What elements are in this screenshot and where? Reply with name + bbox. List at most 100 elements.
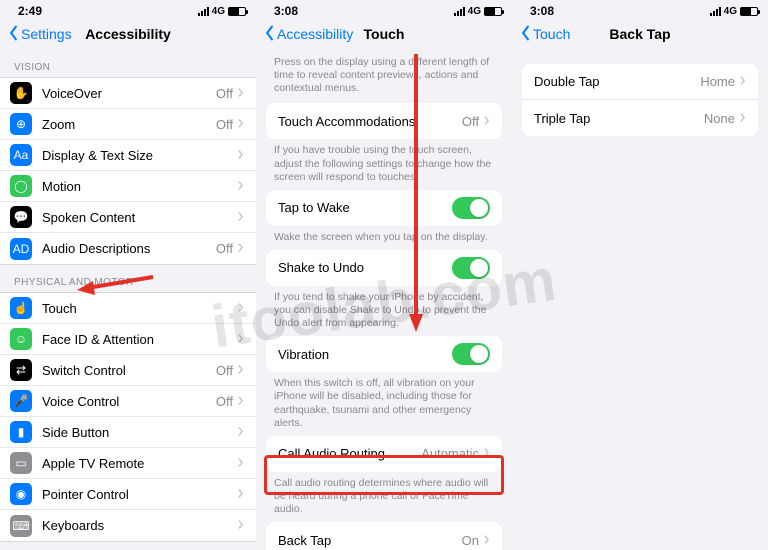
spoken-icon: 💬 [10, 206, 32, 228]
chevron-right-icon [237, 210, 244, 225]
appletv-icon: ▭ [10, 452, 32, 474]
signal-icon [454, 7, 465, 16]
status-right: 4G [454, 6, 502, 17]
row-side-button[interactable]: ▮Side Button [0, 417, 256, 448]
back-button[interactable]: Touch [520, 25, 570, 44]
chevron-right-icon [237, 301, 244, 316]
note-shake: If you tend to shake your iPhone by acci… [256, 286, 512, 336]
row-triple-tap[interactable]: Triple TapNone [522, 100, 758, 136]
chevron-right-icon [483, 114, 490, 129]
sidebutton-icon: ▮ [10, 421, 32, 443]
row-touch-accommodations[interactable]: Touch AccommodationsOff [266, 103, 502, 139]
row-faceid[interactable]: ☺Face ID & Attention [0, 324, 256, 355]
chevron-right-icon [237, 425, 244, 440]
status-network: 4G [724, 6, 737, 17]
back-label: Settings [21, 26, 72, 42]
back-label: Touch [533, 26, 570, 42]
row-voiceover[interactable]: ✋VoiceOverOff [0, 78, 256, 109]
keyboards-icon: ⌨ [10, 515, 32, 537]
intro-note: Press on the display using a different l… [256, 50, 512, 103]
faceid-icon: ☺ [10, 328, 32, 350]
chevron-left-icon [520, 25, 531, 44]
nav-bar: Settings Accessibility [0, 18, 256, 50]
row-back-tap[interactable]: Back TapOn [266, 522, 502, 550]
chevron-right-icon [483, 446, 490, 461]
status-network: 4G [212, 6, 225, 17]
voice-icon: 🎤 [10, 390, 32, 412]
row-motion[interactable]: ◯Motion [0, 171, 256, 202]
screen-accessibility: 2:49 4G Settings Accessibility VISION ✋V… [0, 0, 256, 550]
status-time: 2:49 [18, 4, 42, 18]
chevron-left-icon [264, 25, 275, 44]
status-right: 4G [198, 6, 246, 17]
row-audio-descriptions[interactable]: ADAudio DescriptionsOff [0, 233, 256, 264]
back-label: Accessibility [277, 26, 353, 42]
row-tap-to-wake: Tap to Wake [266, 190, 502, 226]
row-pointer-control[interactable]: ◉Pointer Control [0, 479, 256, 510]
chevron-right-icon [237, 456, 244, 471]
section-physical: PHYSICAL AND MOTOR [0, 265, 256, 292]
toggle-shake-to-undo[interactable] [452, 257, 490, 279]
toggle-tap-to-wake[interactable] [452, 197, 490, 219]
chevron-right-icon [237, 363, 244, 378]
chevron-right-icon [237, 394, 244, 409]
row-voice-control[interactable]: 🎤Voice ControlOff [0, 386, 256, 417]
textsize-icon: Aa [10, 144, 32, 166]
chevron-right-icon [237, 332, 244, 347]
pointer-icon: ◉ [10, 483, 32, 505]
signal-icon [198, 7, 209, 16]
chevron-left-icon [8, 25, 19, 44]
touch-icon: ☝ [10, 297, 32, 319]
note-callaudio: Call audio routing determines where audi… [256, 472, 512, 522]
chevron-right-icon [237, 487, 244, 502]
motion-icon: ◯ [10, 175, 32, 197]
chevron-right-icon [739, 111, 746, 126]
status-bar: 3:08 4G [256, 0, 512, 18]
switch-icon: ⇄ [10, 359, 32, 381]
signal-icon [710, 7, 721, 16]
row-switch-control[interactable]: ⇄Switch ControlOff [0, 355, 256, 386]
screen-touch: 3:08 4G Accessibility Touch Press on the… [256, 0, 512, 550]
row-shake-to-undo: Shake to Undo [266, 250, 502, 286]
status-bar: 2:49 4G [0, 0, 256, 18]
battery-icon [228, 7, 246, 16]
row-zoom[interactable]: ⊕ZoomOff [0, 109, 256, 140]
row-appletv-remote[interactable]: ▭Apple TV Remote [0, 448, 256, 479]
battery-icon [740, 7, 758, 16]
row-double-tap[interactable]: Double TapHome [522, 64, 758, 100]
audiodesc-icon: AD [10, 238, 32, 260]
back-button[interactable]: Accessibility [264, 25, 353, 44]
battery-icon [484, 7, 502, 16]
chevron-right-icon [237, 518, 244, 533]
chevron-right-icon [483, 533, 490, 548]
chevron-right-icon [237, 117, 244, 132]
nav-bar: Touch Back Tap [512, 18, 768, 50]
back-button[interactable]: Settings [8, 25, 72, 44]
chevron-right-icon [739, 74, 746, 89]
section-hearing: HEARING [0, 542, 256, 550]
toggle-vibration[interactable] [452, 343, 490, 365]
voiceover-icon: ✋ [10, 82, 32, 104]
note-tap-to-wake: Wake the screen when you tap on the disp… [256, 226, 512, 250]
note-vibration: When this switch is off, all vibration o… [256, 372, 512, 436]
nav-bar: Accessibility Touch [256, 18, 512, 50]
screen-back-tap: 3:08 4G Touch Back Tap Double TapHome Tr… [512, 0, 768, 550]
row-call-audio-routing[interactable]: Call Audio RoutingAutomatic [266, 436, 502, 472]
zoom-icon: ⊕ [10, 113, 32, 135]
note-accommodations: If you have trouble using the touch scre… [256, 139, 512, 189]
chevron-right-icon [237, 241, 244, 256]
section-vision: VISION [0, 50, 256, 77]
row-display-text-size[interactable]: AaDisplay & Text Size [0, 140, 256, 171]
status-bar: 3:08 4G [512, 0, 768, 18]
status-right: 4G [710, 6, 758, 17]
status-time: 3:08 [530, 4, 554, 18]
row-keyboards[interactable]: ⌨Keyboards [0, 510, 256, 541]
chevron-right-icon [237, 179, 244, 194]
status-network: 4G [468, 6, 481, 17]
row-vibration: Vibration [266, 336, 502, 372]
row-spoken-content[interactable]: 💬Spoken Content [0, 202, 256, 233]
chevron-right-icon [237, 148, 244, 163]
status-time: 3:08 [274, 4, 298, 18]
chevron-right-icon [237, 86, 244, 101]
row-touch[interactable]: ☝Touch [0, 293, 256, 324]
